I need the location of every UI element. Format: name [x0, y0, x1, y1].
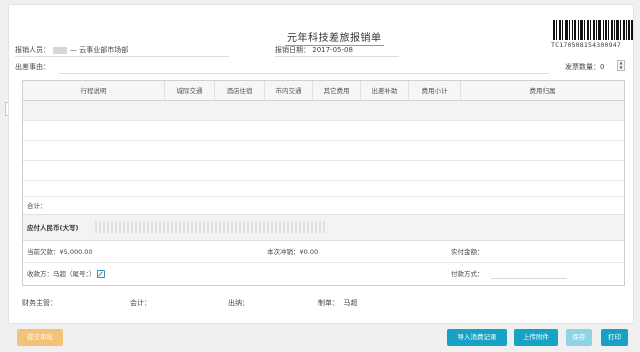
- trip-reason-input[interactable]: [59, 73, 549, 74]
- submitter-underline: [15, 56, 229, 57]
- offset-field: 本次冲销：¥0.00: [267, 241, 318, 263]
- col-hotel: 酒店住宿: [215, 81, 265, 100]
- barcode-image: [553, 20, 633, 40]
- cashier-signature: 出纳：: [228, 299, 249, 307]
- table-row[interactable]: [23, 141, 624, 161]
- form-title: 元年科技差旅报销单: [285, 29, 384, 46]
- submitter-field: 报销人员： — 云事业部市场部: [15, 45, 128, 55]
- offset-value[interactable]: ¥0.00: [300, 248, 319, 256]
- capital-amount-row: 应付人民币(大写): [23, 215, 624, 241]
- invoice-count-value[interactable]: 0: [600, 63, 604, 71]
- upload-attachment-button[interactable]: 上传附件: [514, 329, 558, 346]
- debt-field: 当前欠款：¥5,000.00: [27, 241, 93, 263]
- table-row[interactable]: [23, 121, 624, 141]
- invoice-count-field: 发票数量：0: [565, 62, 604, 72]
- table-row[interactable]: [23, 181, 624, 197]
- submitter-value: — 云事业部市场部: [70, 46, 129, 54]
- debt-label: 当前欠款：: [27, 248, 60, 256]
- stepper-down-icon[interactable]: ▼: [618, 65, 624, 71]
- invoice-count-label: 发票数量：: [565, 63, 600, 71]
- payment-method-input[interactable]: [491, 278, 567, 279]
- actual-label: 实付金额：: [451, 248, 484, 256]
- debt-row: 当前欠款：¥5,000.00 本次冲销：¥0.00 实付金额：: [23, 241, 624, 263]
- date-value[interactable]: 2017-05-08: [312, 46, 353, 54]
- import-records-button[interactable]: 导入消费记录: [447, 329, 507, 346]
- date-label: 报销日期：: [275, 46, 310, 54]
- col-attribution: 费用归属: [529, 87, 556, 95]
- total-row: 合计：: [23, 197, 624, 215]
- preparer-signature: 制单： 马超: [318, 298, 357, 308]
- submitter-label: 报销人员：: [15, 46, 50, 54]
- print-button[interactable]: 打印: [601, 329, 628, 346]
- date-underline: [275, 56, 399, 57]
- col-local-transport: 市内交通: [265, 81, 313, 100]
- capital-amount-value: [95, 221, 327, 233]
- capital-label: 应付人民币(大写): [27, 224, 79, 232]
- accountant-signature: 会计：: [130, 299, 151, 307]
- barcode-number: TC170508154300947: [551, 41, 621, 49]
- preparer-label: 制单：: [318, 299, 339, 307]
- table-header: 行程说明 城际交通 酒店住宿 市内交通 其它费用 出差补助 费用小计 费用归属: [23, 81, 624, 101]
- invoice-count-stepper[interactable]: ▲ ▼: [617, 60, 625, 71]
- submit-approval-button[interactable]: 提交审批: [17, 329, 63, 346]
- finance-signature: 财务主管：: [22, 299, 57, 307]
- payee-row: 收款方：马超（尾号：） 付款方式：: [23, 263, 624, 285]
- col-allowance: 出差补助: [361, 81, 409, 100]
- redacted-name: [53, 46, 67, 54]
- edit-icon[interactable]: [97, 270, 106, 278]
- debt-value: ¥5,000.00: [59, 248, 93, 256]
- payee-value: 马超（尾号：）: [53, 270, 96, 278]
- payee-label: 收款方：: [27, 270, 53, 278]
- table-row[interactable]: [23, 101, 624, 121]
- table-row[interactable]: [23, 161, 624, 181]
- payee-field: 收款方：马超（尾号：）: [27, 263, 106, 285]
- expense-table: 行程说明 城际交通 酒店住宿 市内交通 其它费用 出差补助 费用小计 费用归属 …: [22, 80, 625, 286]
- payment-method-label: 付款方式：: [451, 270, 484, 278]
- col-itinerary: 行程说明: [23, 81, 165, 100]
- offset-label: 本次冲销：: [267, 248, 300, 256]
- trip-reason-field: 出差事由：: [15, 62, 50, 72]
- col-intercity: 城际交通: [165, 81, 215, 100]
- total-label: 合计：: [27, 202, 47, 210]
- trip-reason-label: 出差事由：: [15, 63, 50, 71]
- preparer-value: 马超: [343, 299, 358, 307]
- save-button[interactable]: 保存: [566, 329, 592, 346]
- date-field: 报销日期： 2017-05-08: [275, 45, 353, 55]
- col-other: 其它费用: [313, 81, 361, 100]
- col-subtotal: 费用小计: [409, 81, 461, 100]
